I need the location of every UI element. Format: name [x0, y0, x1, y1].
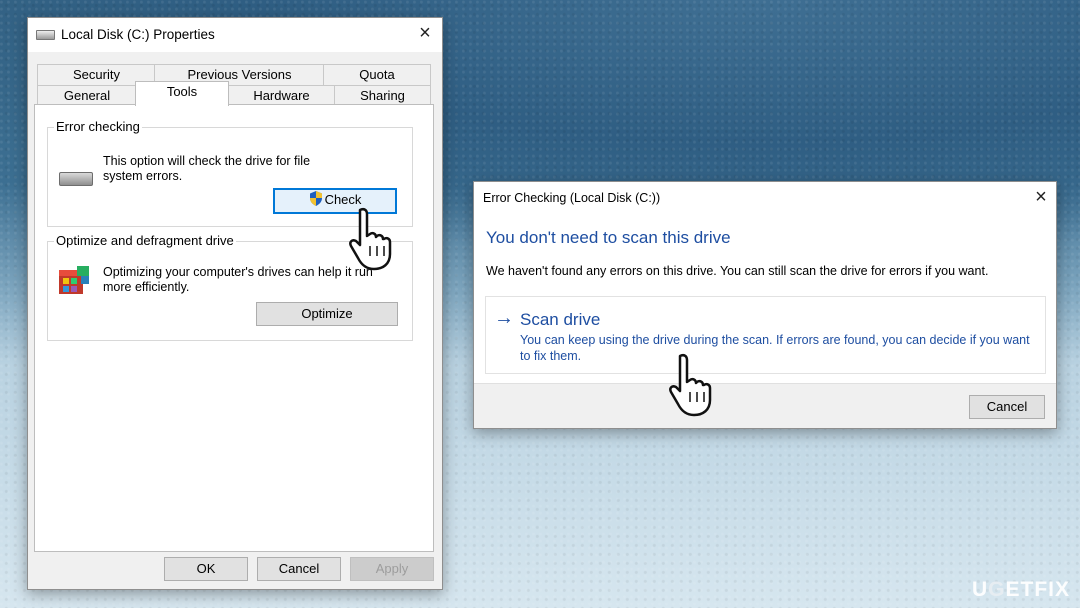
- watermark-e: E: [1005, 578, 1021, 601]
- optimize-button[interactable]: Optimize: [256, 302, 398, 326]
- error-dialog-title: Error Checking (Local Disk (C:)): [483, 191, 661, 205]
- arrow-right-icon: →: [494, 307, 514, 329]
- error-dialog-description: We haven't found any errors on this driv…: [486, 264, 989, 278]
- error-dialog-footer: Cancel: [474, 383, 1056, 428]
- optimize-title: Optimize and defragment drive: [54, 233, 236, 248]
- check-button-label: Check: [324, 192, 362, 207]
- properties-titlebar: Local Disk (C:) Properties ×: [28, 18, 442, 52]
- watermark-rest: TFIX: [1020, 578, 1070, 601]
- ok-button[interactable]: OK: [164, 557, 248, 581]
- tab-sharing[interactable]: Sharing: [334, 85, 431, 106]
- hand-cursor-icon: [669, 353, 712, 417]
- drive-icon: [59, 172, 93, 186]
- error-checking-title: Error checking: [54, 119, 142, 134]
- scan-drive-title: Scan drive: [520, 310, 601, 329]
- tab-quota[interactable]: Quota: [323, 64, 431, 85]
- drive-icon: [36, 30, 55, 40]
- tab-hardware[interactable]: Hardware: [227, 85, 336, 106]
- tab-tools[interactable]: Tools: [135, 81, 229, 106]
- error-checking-text: This option will check the drive for fil…: [103, 154, 311, 183]
- error-dialog-titlebar: Error Checking (Local Disk (C:)) ×: [474, 182, 1056, 216]
- cancel-button[interactable]: Cancel: [257, 557, 341, 581]
- close-icon[interactable]: ×: [1032, 187, 1050, 207]
- error-dialog-headline: You don't need to scan this drive: [486, 228, 731, 247]
- scan-drive-option[interactable]: → Scan drive You can keep using the driv…: [485, 296, 1046, 374]
- properties-dialog: Local Disk (C:) Properties × Security Pr…: [27, 17, 443, 590]
- error-checking-dialog: Error Checking (Local Disk (C:)) × You d…: [473, 181, 1057, 429]
- hand-cursor-icon: [349, 207, 392, 271]
- defrag-icon: [59, 266, 89, 294]
- close-icon[interactable]: ×: [416, 23, 434, 43]
- watermark-g: G: [988, 578, 1006, 601]
- watermark-logo: UGETFIX: [972, 578, 1070, 602]
- watermark-u: U: [971, 578, 989, 601]
- scan-drive-description: You can keep using the drive during the …: [520, 333, 1030, 363]
- tools-panel: Error checking This option will check th…: [34, 104, 434, 552]
- shield-icon: [309, 191, 322, 206]
- apply-button[interactable]: Apply: [350, 557, 434, 581]
- properties-title: Local Disk (C:) Properties: [61, 27, 215, 42]
- error-dialog-cancel-button[interactable]: Cancel: [969, 395, 1045, 419]
- tab-general[interactable]: General: [37, 85, 137, 106]
